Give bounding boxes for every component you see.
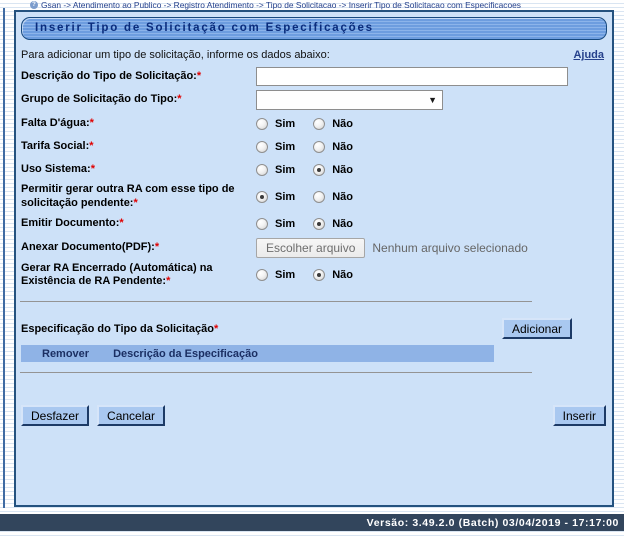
falta-dagua-radio-nao[interactable] (313, 118, 325, 130)
required-asterisk: * (90, 117, 94, 129)
field-row-gerar-ra-encerrado: Gerar RA Encerrado (Automática) na Exist… (21, 262, 606, 290)
radio-label-nao: Não (332, 218, 353, 230)
required-asterisk: * (155, 241, 159, 253)
field-row-permitir-gerar-ra: Permitir gerar outra RA com esse tipo de… (21, 183, 606, 211)
emitir-documento-radio-sim[interactable] (256, 218, 268, 230)
spec-table-header-row: Remover Descrição da Especificação (21, 345, 494, 362)
permitir-gerar-ra-radio-sim[interactable] (256, 191, 268, 203)
field-row-descricao: Descrição do Tipo de Solicitação:* (21, 67, 606, 86)
gerar-ra-encerrado-radio-nao[interactable] (313, 269, 325, 281)
undo-button[interactable]: Desfazer (21, 405, 89, 426)
radio-label-sim: Sim (275, 191, 295, 203)
required-asterisk: * (133, 197, 137, 209)
section-divider (20, 301, 532, 302)
tarifa-social-radio-group: Sim Não (256, 141, 353, 153)
required-asterisk: * (89, 140, 93, 152)
file-status-text: Nenhum arquivo selecionado (372, 241, 527, 255)
permitir-gerar-ra-radio-group: Sim Não (256, 191, 353, 203)
radio-label-sim: Sim (275, 141, 295, 153)
gerar-ra-encerrado-radio-group: Sim Não (256, 269, 353, 281)
table-bottom-divider (20, 372, 532, 373)
intro-text: Para adicionar um tipo de solicitação, i… (21, 49, 330, 61)
field-row-emitir-documento: Emitir Documento:* Sim Não (21, 215, 606, 234)
version-footer-bar: Versão: 3.49.2.0 (Batch) 03/04/2019 - 17… (0, 514, 624, 531)
breadcrumb-text: Gsan -> Atendimento ao Publico -> Regist… (41, 0, 521, 10)
grupo-select[interactable]: ▼ (256, 90, 443, 110)
radio-label-sim: Sim (275, 118, 295, 130)
descricao-input[interactable] (256, 67, 568, 86)
required-asterisk: * (177, 93, 181, 105)
version-text: Versão: 3.49.2.0 (Batch) 03/04/2019 - 17… (367, 517, 619, 529)
cancel-button[interactable]: Cancelar (97, 405, 165, 426)
spec-table-header-remover: Remover (42, 348, 89, 360)
uso-sistema-radio-sim[interactable] (256, 164, 268, 176)
tarifa-social-radio-sim[interactable] (256, 141, 268, 153)
falta-dagua-label: Falta D'água: (21, 117, 90, 129)
add-specification-button[interactable]: Adicionar (502, 318, 572, 339)
field-row-uso-sistema: Uso Sistema:* Sim Não (21, 160, 606, 179)
radio-label-nao: Não (332, 118, 353, 130)
page-title: Inserir Tipo de Solicitação com Especifi… (21, 17, 607, 40)
tarifa-social-radio-nao[interactable] (313, 141, 325, 153)
field-row-anexar-documento: Anexar Documento(PDF):* Escolher arquivo… (21, 238, 606, 258)
required-asterisk: * (119, 217, 123, 229)
emitir-documento-radio-group: Sim Não (256, 218, 353, 230)
uso-sistema-radio-nao[interactable] (313, 164, 325, 176)
insert-button[interactable]: Inserir (553, 405, 606, 426)
falta-dagua-radio-sim[interactable] (256, 118, 268, 130)
required-asterisk: * (197, 70, 201, 82)
emitir-documento-radio-nao[interactable] (313, 218, 325, 230)
help-link[interactable]: Ajuda (573, 49, 604, 61)
radio-label-nao: Não (332, 269, 353, 281)
required-asterisk: * (91, 163, 95, 175)
permitir-gerar-ra-radio-nao[interactable] (313, 191, 325, 203)
grupo-label: Grupo de Solicitação do Tipo: (21, 93, 177, 105)
field-row-falta-dagua: Falta D'água:* Sim Não (21, 114, 606, 133)
required-asterisk: * (214, 323, 218, 335)
dropdown-arrow-icon: ▼ (428, 95, 437, 105)
breadcrumb: ? Gsan -> Atendimento ao Publico -> Regi… (30, 0, 521, 10)
spec-section-label: Especificação do Tipo da Solicitação (21, 323, 214, 335)
required-asterisk: * (166, 275, 170, 287)
radio-label-nao: Não (332, 191, 353, 203)
gerar-ra-encerrado-radio-sim[interactable] (256, 269, 268, 281)
uso-sistema-radio-group: Sim Não (256, 164, 353, 176)
permitir-gerar-ra-label: Permitir gerar outra RA com esse tipo de… (21, 183, 235, 209)
screen: ? Gsan -> Atendimento ao Publico -> Regi… (0, 0, 624, 537)
radio-label-sim: Sim (275, 269, 295, 281)
anexar-documento-label: Anexar Documento(PDF): (21, 241, 155, 253)
choose-file-button[interactable]: Escolher arquivo (256, 238, 365, 258)
emitir-documento-label: Emitir Documento: (21, 217, 119, 229)
uso-sistema-label: Uso Sistema: (21, 163, 91, 175)
radio-label-nao: Não (332, 164, 353, 176)
main-panel: Inserir Tipo de Solicitação com Especifi… (14, 10, 614, 507)
spec-table-header-descricao: Descrição da Especificação (113, 348, 258, 360)
radio-label-sim: Sim (275, 218, 295, 230)
falta-dagua-radio-group: Sim Não (256, 118, 353, 130)
descricao-label: Descrição do Tipo de Solicitação: (21, 70, 197, 82)
gerar-ra-encerrado-label: Gerar RA Encerrado (Automática) na Exist… (21, 262, 213, 288)
help-icon: ? (30, 1, 38, 9)
radio-label-nao: Não (332, 141, 353, 153)
tarifa-social-label: Tarifa Social: (21, 140, 89, 152)
left-frame-divider (3, 8, 5, 508)
field-row-tarifa-social: Tarifa Social:* Sim Não (21, 137, 606, 156)
radio-label-sim: Sim (275, 164, 295, 176)
field-row-grupo: Grupo de Solicitação do Tipo:* ▼ (21, 90, 606, 110)
